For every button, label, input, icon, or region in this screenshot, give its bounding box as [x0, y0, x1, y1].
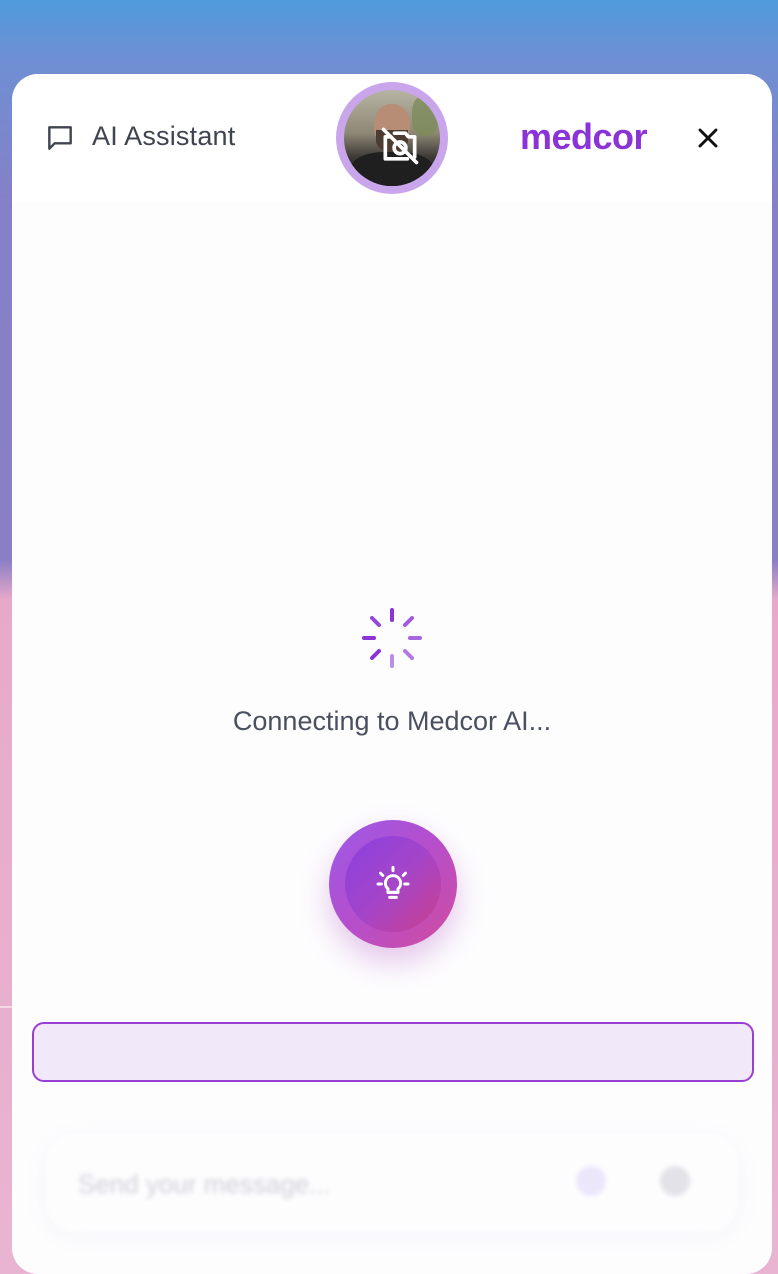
voice-orb-inner	[345, 836, 441, 932]
brand-logo: medcor	[520, 116, 648, 157]
connection-status: Connecting to Medcor AI...	[232, 706, 552, 736]
camera-off-icon[interactable]	[378, 124, 422, 168]
microphone-button[interactable]	[576, 1166, 606, 1196]
loading-spinner-icon	[362, 608, 422, 668]
header-title: AI Assistant	[92, 121, 236, 151]
send-button[interactable]	[660, 1166, 690, 1196]
message-composer	[46, 1134, 738, 1232]
camera-preview[interactable]	[344, 90, 440, 186]
message-input[interactable]	[76, 1166, 560, 1202]
message-square-icon	[48, 126, 72, 150]
close-button[interactable]	[692, 122, 724, 154]
camera-preview-ring[interactable]	[336, 82, 448, 194]
lightbulb-icon	[376, 865, 410, 899]
ai-assistant-modal: AI Assistant medcor Connecting to Medcor…	[12, 74, 772, 1274]
transcript-box	[32, 1022, 754, 1082]
close-icon[interactable]	[692, 122, 724, 154]
modal-header: AI Assistant medcor	[12, 74, 772, 202]
voice-orb-button[interactable]	[329, 820, 457, 948]
